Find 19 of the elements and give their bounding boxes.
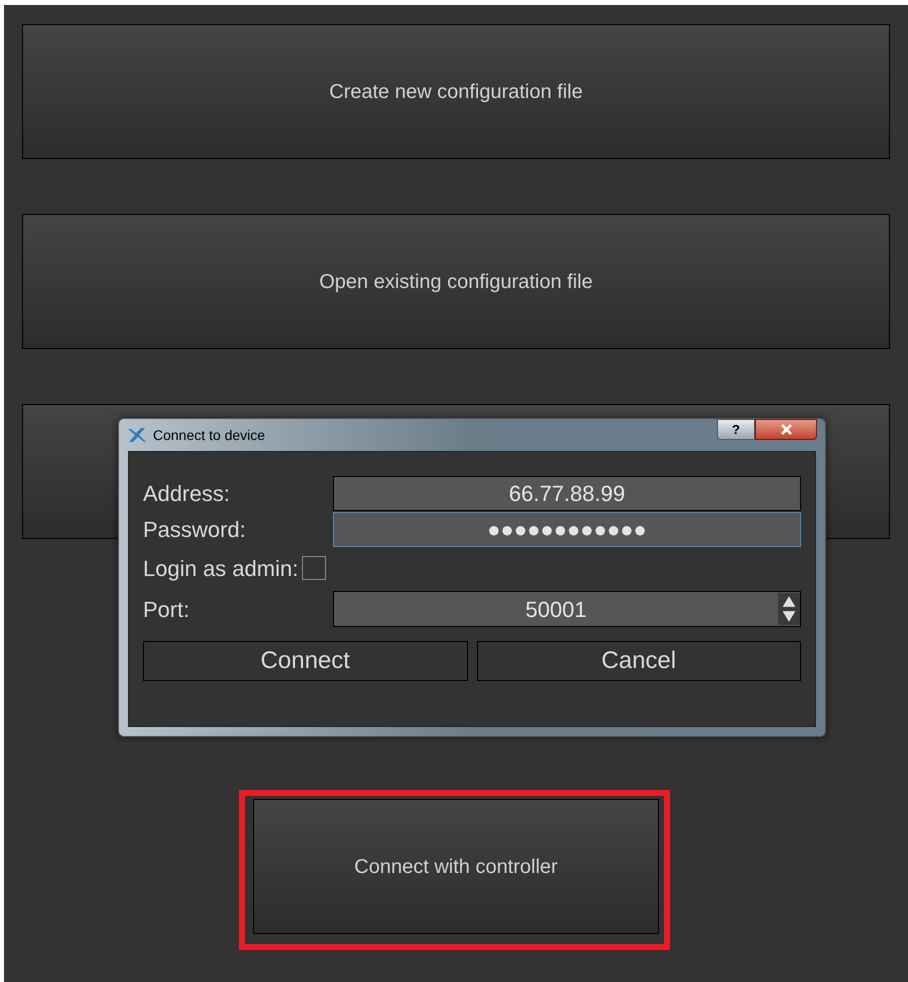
- main-button[interactable]: Create new configuration file: [22, 24, 890, 159]
- app-logo-icon: [127, 427, 147, 443]
- dialog-button[interactable]: Connect: [143, 641, 468, 681]
- close-icon: [780, 424, 792, 435]
- input-field[interactable]: ●●●●●●●●●●●●: [333, 512, 801, 546]
- checkbox[interactable]: [302, 556, 326, 580]
- dialog-button[interactable]: Cancel: [476, 641, 801, 681]
- main-button[interactable]: Open existing configuration file: [22, 214, 890, 349]
- close-button[interactable]: [755, 419, 817, 440]
- field-label: Login as admin:: [143, 554, 298, 583]
- field-label: Password:: [143, 516, 247, 544]
- field-label: Address:: [143, 480, 231, 508]
- dialog-title: Connect to device: [153, 426, 266, 444]
- input-field[interactable]: 66.77.88.99: [333, 476, 801, 510]
- port-spinbox[interactable]: 50001: [333, 591, 801, 627]
- spin-arrows-icon[interactable]: [778, 593, 800, 625]
- main-button[interactable]: Connect with controller: [253, 799, 659, 934]
- field-label: Port:: [143, 596, 190, 624]
- help-button[interactable]: ?: [717, 419, 755, 440]
